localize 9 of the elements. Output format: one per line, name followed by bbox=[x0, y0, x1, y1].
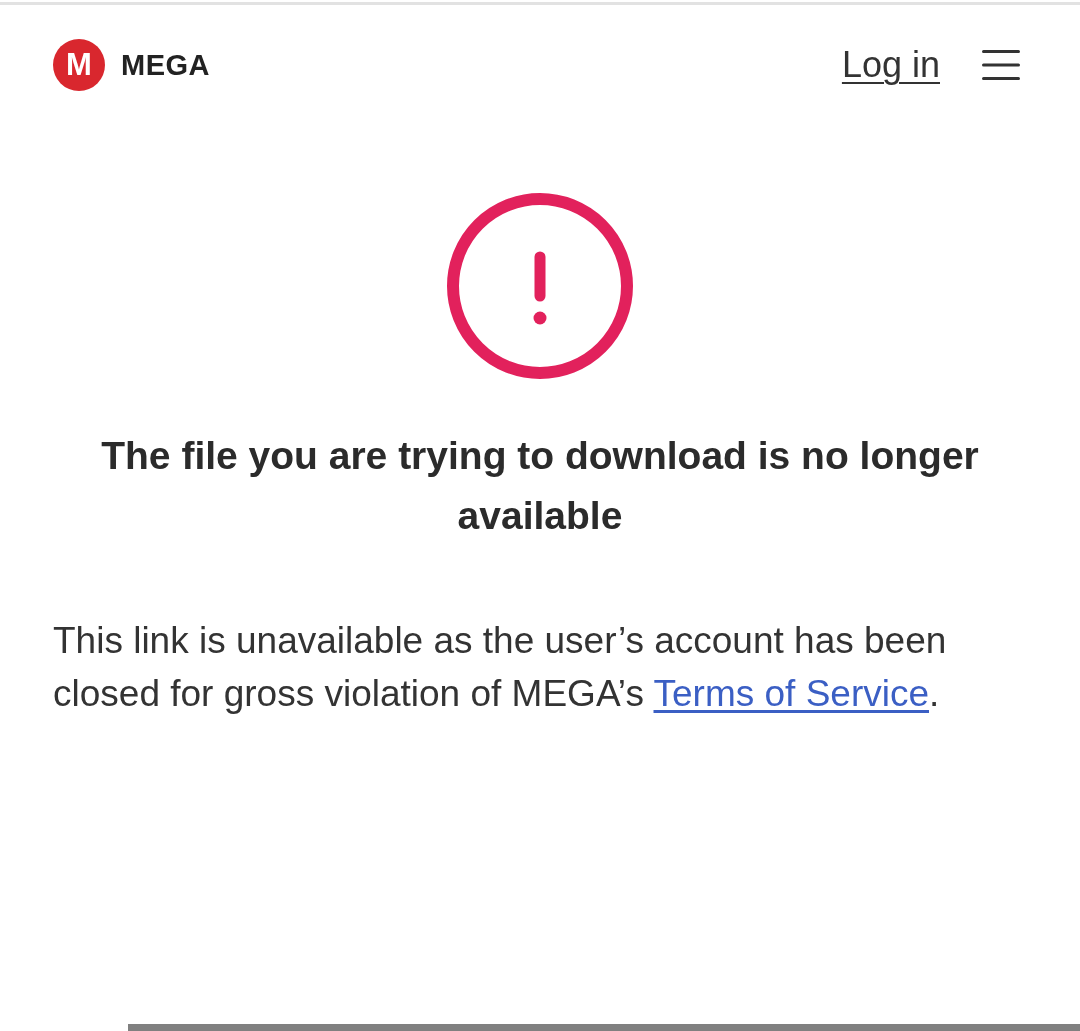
menu-icon[interactable] bbox=[982, 50, 1020, 80]
logo-mark[interactable]: M bbox=[53, 39, 105, 91]
login-link[interactable]: Log in bbox=[841, 45, 940, 85]
error-heading: The file you are trying to download is no longer available bbox=[100, 433, 980, 539]
error-description: This link is unavailable as the user’s account has been closed for gross violation of MEGA’s Terms of Service. bbox=[53, 619, 948, 716]
scrollbar-thumb[interactable] bbox=[128, 1024, 1080, 1031]
terms-link[interactable]: Terms of Service bbox=[653, 673, 929, 714]
warning-icon bbox=[447, 193, 633, 379]
logo-wordmark[interactable]: MEGA bbox=[121, 50, 210, 80]
